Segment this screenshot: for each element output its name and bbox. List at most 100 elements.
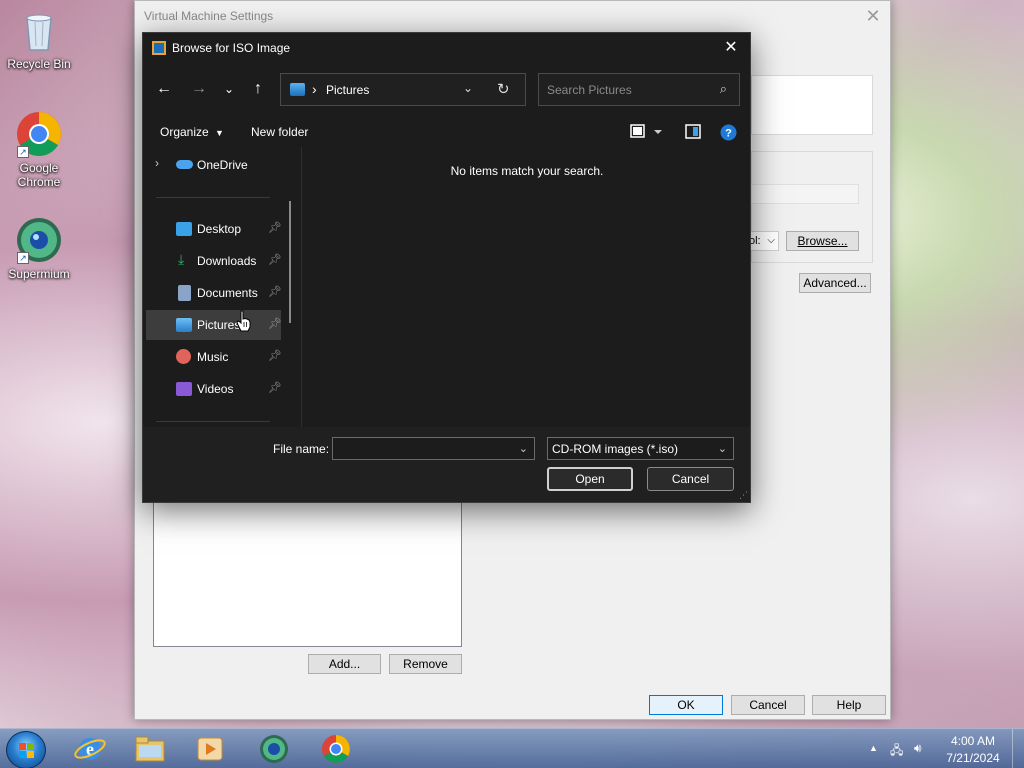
chrome-icon: ↗ [15,110,63,158]
pictures-folder-icon [290,83,305,96]
organize-menu[interactable]: Organize ▼ [160,125,224,139]
nav-item-label: Music [197,350,229,364]
nav-item-onedrive[interactable]: OneDrive [146,150,281,180]
chevron-down-icon: ▼ [215,128,224,138]
file-name-field[interactable]: ⌄ [332,437,535,460]
chevron-down-icon[interactable]: ⌄ [519,442,528,455]
file-name-label: File name: [273,442,330,456]
nav-item-label: Desktop [197,222,242,236]
forward-icon[interactable]: → [186,78,212,100]
desktop-icon-label: Recycle Bin [7,57,71,71]
view-options-icon[interactable] [630,124,664,143]
desktop-icon-recycle-bin[interactable]: Recycle Bin [0,6,78,71]
show-hidden-icons-icon[interactable]: ▲ [869,743,878,753]
nav-item-desktop[interactable]: Desktop 📌︎ [146,214,282,244]
media-player-icon[interactable] [192,733,228,765]
onedrive-icon [176,160,193,169]
chevron-down-icon: ⌄ [717,443,727,455]
nav-scrollbar[interactable] [289,201,291,323]
svg-text:?: ? [725,128,732,140]
preview-pane-icon[interactable] [685,124,701,143]
nav-item-videos[interactable]: Videos 📌︎ [146,374,282,404]
search-icon: ⌕ [719,81,727,96]
settings-panel [751,75,873,135]
clock-time[interactable]: 4:00 AM [938,734,1008,748]
disabled-dropdown [751,184,859,204]
shortcut-arrow-icon: ↗ [17,146,29,158]
nav-item-label: Downloads [197,254,257,268]
dialog-footer: File name: ⌄ CD-ROM images (*.iso) ⌄ Ope… [143,427,750,502]
file-explorer-icon[interactable] [132,733,168,765]
up-icon[interactable]: ↑ [245,78,271,100]
search-input[interactable]: Search Pictures ⌕ [538,73,740,106]
add-button[interactable]: Add... [308,654,381,674]
help-button[interactable]: Help [812,695,886,715]
browse-iso-dialog: Browse for ISO Image ✕ ← → ⌄ ↑ › Picture… [142,32,751,503]
ok-button[interactable]: OK [649,695,723,715]
file-type-select[interactable]: CD-ROM images (*.iso) ⌄ [547,437,734,460]
cancel-button[interactable]: Cancel [731,695,805,715]
breadcrumb-chevron-icon: › [312,81,317,97]
recent-locations-chevron-icon[interactable]: ⌄ [216,78,242,100]
pin-icon[interactable]: 📌︎ [268,221,282,234]
search-placeholder: Search Pictures [547,83,632,97]
chevron-down-icon[interactable]: ⌄ [463,81,473,95]
browse-button[interactable]: Browse... [786,231,859,251]
new-folder-button[interactable]: New folder [251,125,308,139]
chrome-icon[interactable] [318,733,354,765]
pane-divider[interactable] [301,147,302,427]
refresh-icon[interactable]: ↻ [497,80,510,98]
vmware-app-icon [152,41,166,55]
advanced-button[interactable]: Advanced... [799,273,871,293]
nav-item-label: Pictures [197,318,241,332]
close-icon[interactable]: ✕ [718,36,744,60]
supermium-icon[interactable] [256,733,292,765]
address-bar[interactable]: › Pictures ⌄ ↻ [280,73,526,106]
hand-cursor-icon [236,310,252,332]
breadcrumb[interactable]: Pictures [326,83,369,97]
nav-item-documents[interactable]: Documents 📌︎ [146,278,282,308]
device-list[interactable] [153,501,462,647]
resize-grip-icon[interactable]: ⋰ [739,491,748,500]
pin-icon[interactable]: 📌︎ [268,317,282,330]
empty-results-message: No items match your search. [450,164,604,178]
dialog-title: Browse for ISO Image [172,41,291,55]
start-button[interactable] [6,731,46,768]
taskbar: e ▲ 🖧︎ 🔊︎ 4:00 AM 7/21/2024 [0,728,1024,768]
pin-icon[interactable]: 📌︎ [268,285,282,298]
show-desktop-button[interactable] [1012,729,1024,768]
divider [156,197,270,198]
pin-icon[interactable]: 📌︎ [268,381,282,394]
nav-item-label: Documents [197,286,258,300]
recycle-bin-icon [15,6,63,54]
cancel-button[interactable]: Cancel [647,467,734,491]
desktop-icon-supermium[interactable]: ↗ Supermium [0,216,78,281]
remove-button[interactable]: Remove [389,654,462,674]
open-button[interactable]: Open [547,467,633,491]
back-icon[interactable]: ← [151,78,177,100]
nav-item-pictures[interactable]: Pictures 📌︎ [146,310,282,340]
desktop-icon [176,222,192,236]
organize-label: Organize [160,125,209,139]
music-icon [176,349,191,364]
internet-explorer-icon[interactable]: e [72,733,108,765]
desktop-icon-label: Supermium [8,267,70,281]
close-icon[interactable]: ✕ [862,5,884,27]
pin-icon[interactable]: 📌︎ [268,253,282,266]
shortcut-arrow-icon: ↗ [17,252,29,264]
file-type-value: CD-ROM images (*.iso) [552,442,679,456]
nav-item-music[interactable]: Music 📌︎ [146,342,282,372]
videos-icon [176,382,192,396]
nav-item-label: Videos [197,382,234,396]
clock-date[interactable]: 7/21/2024 [938,751,1008,765]
window-title: Virtual Machine Settings [144,9,274,23]
help-icon[interactable]: ? [720,124,737,144]
volume-icon[interactable]: 🔊︎ [914,741,922,756]
nav-item-downloads[interactable]: ⤓ Downloads 📌︎ [146,246,282,276]
pictures-icon [176,318,192,332]
network-icon[interactable]: 🖧︎ [890,741,903,762]
desktop-icon-google-chrome[interactable]: ↗ Google Chrome [0,110,78,189]
chevron-down-icon: ⌵ [767,235,775,246]
pin-icon[interactable]: 📌︎ [268,349,282,362]
document-icon [178,285,191,301]
